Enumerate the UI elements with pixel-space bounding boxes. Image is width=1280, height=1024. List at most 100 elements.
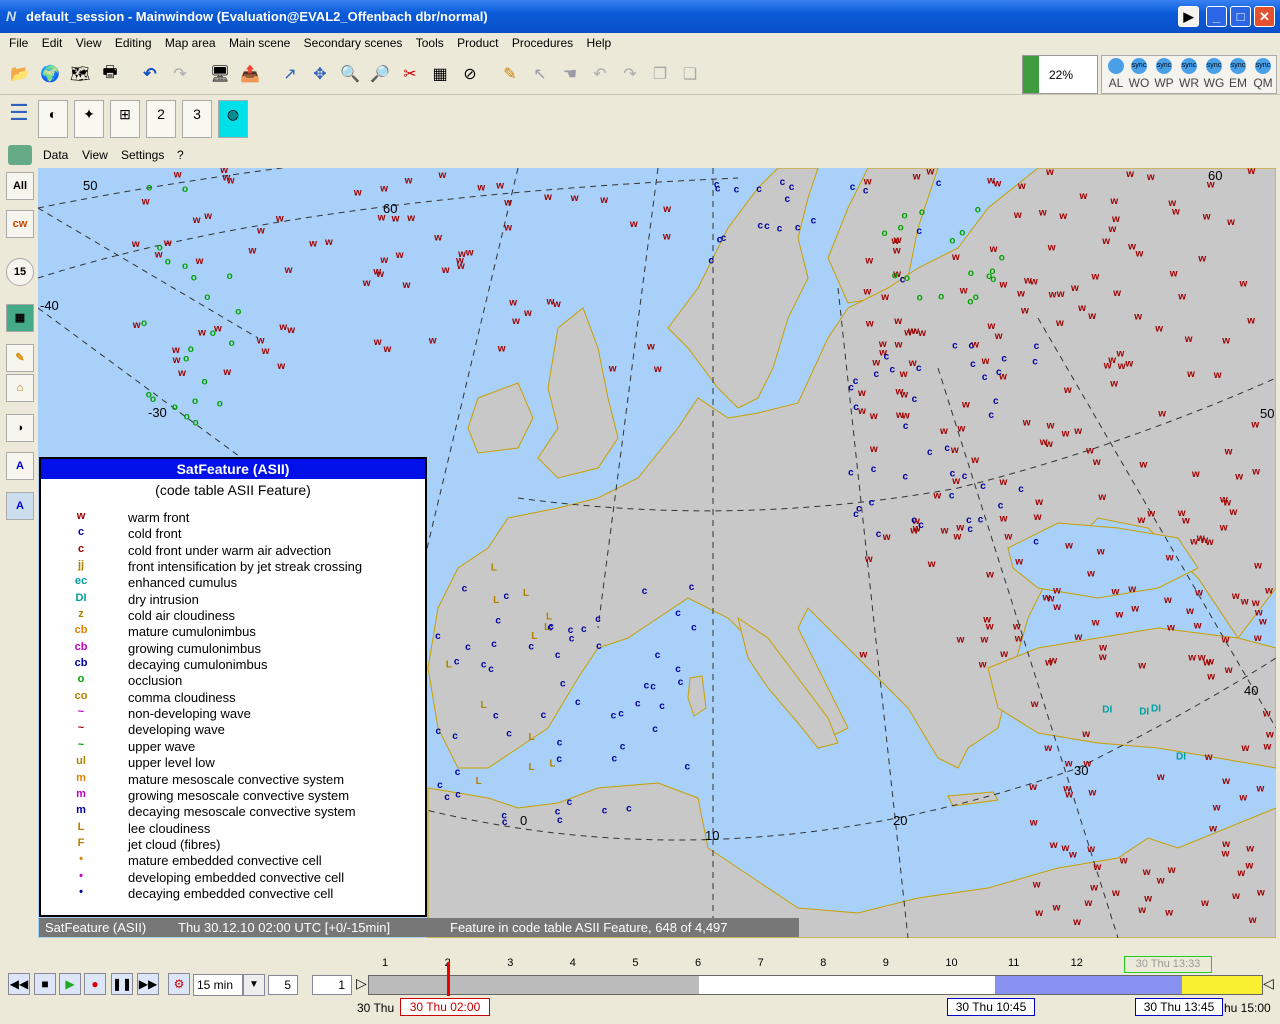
feature-symbol: L [446, 660, 452, 671]
feature-symbol: c [560, 678, 566, 689]
satfeature-layer-icon[interactable]: ◍ [218, 100, 248, 138]
timeline-left-arrow-icon[interactable]: ▷ [356, 975, 367, 992]
feature-symbol: w [1239, 278, 1248, 289]
menu-procedures[interactable]: Procedures [507, 34, 578, 52]
timeline-tick-label: 9 [882, 957, 889, 969]
area-icon[interactable]: ▦ [426, 59, 454, 89]
legend-item: m decaying mesoscale convective system [41, 804, 425, 820]
legend-symbol-icon: co [74, 689, 88, 702]
redo-icon[interactable]: ↷ [166, 59, 194, 89]
current-time-marker[interactable] [447, 962, 450, 996]
globe-icon[interactable]: 🌍 [36, 59, 64, 89]
paste-icon[interactable]: ❏ [676, 59, 704, 89]
menu-main-scene[interactable]: Main scene [224, 34, 295, 52]
distance-km-icon[interactable]: ⊘ [456, 59, 484, 89]
settings-gear-icon[interactable]: ⚙ [168, 973, 190, 995]
sync-em[interactable]: sync EM [1226, 58, 1250, 90]
menu-product[interactable]: Product [452, 34, 503, 52]
forward-icon[interactable]: ▶▶ [137, 973, 159, 995]
menu-edit[interactable]: Edit [37, 34, 68, 52]
select-icon[interactable]: ↖ [526, 59, 554, 89]
menu-secondary-scenes[interactable]: Secondary scenes [299, 34, 408, 52]
step-select[interactable]: 15 min [193, 974, 243, 996]
text-style-icon[interactable]: A [6, 492, 34, 520]
menu-file[interactable]: File [4, 34, 33, 52]
undo-edit-icon[interactable]: ↶ [586, 59, 614, 89]
sync-wp[interactable]: sync WP [1152, 58, 1176, 90]
minimize-button[interactable]: _ [1206, 6, 1227, 27]
feature-symbol: w [1086, 844, 1095, 855]
presenter-icon[interactable]: 🖥 [206, 59, 234, 89]
no-zoom-icon[interactable]: ✂ [396, 59, 424, 89]
symbol-icon[interactable]: cw [6, 210, 34, 238]
feature-symbol: w [1089, 882, 1098, 893]
lat-label: 60 [1208, 168, 1223, 183]
play-icon[interactable]: ▶ [59, 973, 81, 995]
satellite-layer-icon[interactable]: ◐ [38, 100, 68, 138]
edit-layer-icon[interactable]: ✎ [6, 344, 34, 372]
feature-layer-icon[interactable]: ✦ [74, 100, 104, 138]
feature-symbol: w [1205, 656, 1214, 667]
field-b[interactable]: 1 [312, 975, 352, 995]
menu-view[interactable]: View [71, 34, 107, 52]
maximize-button[interactable]: □ [1230, 6, 1251, 27]
feature-symbol: DI [1139, 706, 1149, 717]
rewind-icon[interactable]: ◀◀ [8, 973, 30, 995]
feature-symbol: w [1177, 292, 1186, 303]
feature-symbol: c [620, 742, 626, 753]
timeline-track[interactable] [368, 962, 1263, 996]
menu-question[interactable]: ? [177, 148, 184, 162]
feature-symbol: o [975, 205, 981, 216]
legend-label: mature mesoscale convective system [128, 771, 345, 787]
feature-symbol: w [373, 337, 382, 348]
close-button[interactable]: ✕ [1254, 6, 1275, 27]
menu-tools[interactable]: Tools [411, 34, 449, 52]
sync-wr[interactable]: sync WR [1177, 58, 1201, 90]
time-step-icon[interactable]: 15 [6, 258, 34, 286]
field-a[interactable]: 5 [268, 975, 298, 995]
open-icon[interactable]: 📂 [6, 59, 34, 89]
record-icon[interactable]: ● [84, 973, 106, 995]
stop-icon[interactable]: ■ [34, 973, 56, 995]
menu-help[interactable]: Help [582, 34, 617, 52]
menu-view2[interactable]: View [82, 148, 108, 162]
layer-3-icon[interactable]: 3 [182, 100, 212, 138]
feature-symbol: c [918, 520, 924, 531]
zoom-in-icon[interactable]: 🔍 [336, 59, 364, 89]
legend-symbol-icon: • [79, 869, 83, 882]
palette-icon[interactable]: ▦ [6, 304, 34, 332]
pause-icon[interactable]: ❚❚ [111, 973, 133, 995]
menu-editing[interactable]: Editing [110, 34, 157, 52]
play-window-button[interactable]: ▶ [1178, 6, 1199, 27]
sync-wo[interactable]: sync WO [1127, 58, 1151, 90]
redo-edit-icon[interactable]: ↷ [616, 59, 644, 89]
map-icon[interactable]: 🗺 [66, 59, 94, 89]
feature-symbol: w [878, 339, 887, 350]
sync-wg[interactable]: sync WG [1202, 58, 1226, 90]
pointer-icon[interactable]: ↗ [276, 59, 304, 89]
chevron-down-icon[interactable]: ▼ [243, 974, 265, 996]
legend-label: warm front [128, 510, 190, 525]
sync-qm[interactable]: sync QM [1251, 58, 1275, 90]
layers-icon[interactable]: ☰ [4, 100, 34, 138]
feature-symbol: w [895, 410, 904, 421]
sync-al[interactable]: AL [1104, 58, 1128, 90]
font-size-icon[interactable]: A [6, 452, 34, 480]
copy-icon[interactable]: ❐ [646, 59, 674, 89]
zoom-out-icon[interactable]: 🔎 [366, 59, 394, 89]
timeline-right-arrow-icon[interactable]: ◁ [1263, 975, 1274, 992]
export-icon[interactable]: 📤 [236, 59, 264, 89]
pan-icon[interactable]: ✥ [306, 59, 334, 89]
layer-2-icon[interactable]: 2 [146, 100, 176, 138]
print-icon[interactable]: 🖶 [96, 59, 124, 89]
grid-layer-icon[interactable]: ⊞ [110, 100, 140, 138]
pencil-icon[interactable]: ✎ [496, 59, 524, 89]
menu-data[interactable]: Data [43, 148, 68, 162]
menu-settings[interactable]: Settings [121, 148, 164, 162]
overlay-icon[interactable]: ⌂ [6, 374, 34, 402]
contrast-icon[interactable]: ◑ [6, 414, 34, 442]
undo-icon[interactable]: ↶ [136, 59, 164, 89]
menu-map-area[interactable]: Map area [160, 34, 221, 52]
hand-icon[interactable]: ☚ [556, 59, 584, 89]
all-button[interactable]: All [6, 172, 34, 200]
